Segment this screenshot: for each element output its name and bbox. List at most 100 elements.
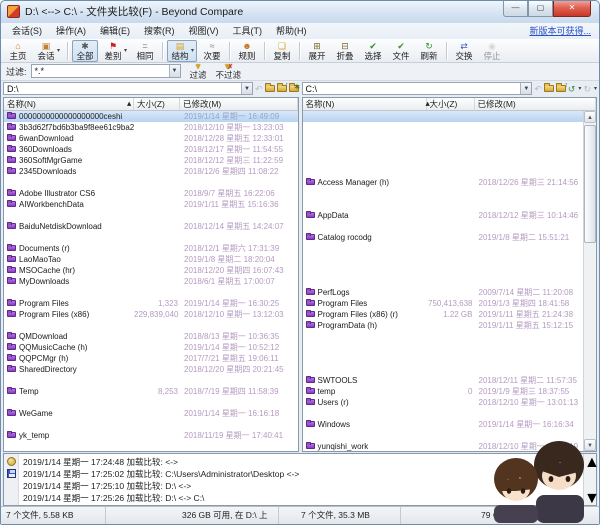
- chevron-down-icon[interactable]: ▾: [594, 85, 597, 92]
- folder-icon: [7, 167, 16, 175]
- session-forward-icon[interactable]: ↻: [583, 83, 591, 95]
- chevron-down-icon[interactable]: ▾: [124, 47, 127, 54]
- file-row[interactable]: AIWorkbenchData 2019/1/11 星期五 15:16:36: [4, 199, 298, 210]
- file-row[interactable]: Program Files (x86) (r) 1.22 GB 2019/1/11 …: [303, 309, 584, 320]
- browse-folder-icon[interactable]: [543, 83, 554, 93]
- file-row[interactable]: Program Files (x86) 229,839,040 2018/12/10…: [4, 309, 298, 320]
- file-row[interactable]: 2345Downloads 2018/12/6 星期四 11:08:22: [4, 166, 298, 177]
- file-row[interactable]: MyDownloads 2018/6/1 星期五 17:00:07: [4, 276, 298, 287]
- file-row[interactable]: 0000000000000000000ceshi 2019/1/14 星期一 16…: [4, 110, 298, 122]
- save-icon[interactable]: [6, 469, 16, 478]
- toolbar-button-select[interactable]: ✔ 选择: [360, 40, 386, 62]
- toolbar-button-structure[interactable]: ▤ 结构 ▾: [167, 39, 198, 62]
- column-header-name[interactable]: 名称(N): [4, 97, 134, 110]
- toolbar-button-refresh[interactable]: ↻ 刷新: [416, 40, 442, 62]
- session-back-icon[interactable]: ↺: [568, 83, 576, 95]
- toolbar-button-show-all[interactable]: ✱ 全部: [72, 39, 99, 62]
- file-row[interactable]: Access Manager (h) 2018/12/26 星期三 21:14:5…: [303, 177, 584, 188]
- file-row[interactable]: 3b3d62f7bd6b3ba9f8ee61c9ba21e20... 2018/1…: [4, 122, 298, 133]
- file-row[interactable]: Windows 2019/1/14 星期一 16:16:34: [303, 419, 584, 430]
- right-panel-scrollbar[interactable]: ▲ ▼: [583, 110, 596, 451]
- toolbar-button-copy[interactable]: ❏ 复制: [269, 40, 295, 62]
- chevron-down-icon[interactable]: ▼: [168, 65, 180, 78]
- scroll-up-icon[interactable]: ▲: [584, 110, 596, 123]
- chevron-down-icon[interactable]: ▼: [520, 83, 532, 95]
- file-row[interactable]: QQPCMgr (h) 2017/7/21 星期五 19:06:11: [4, 353, 298, 364]
- menu-item-4[interactable]: 视图(V): [182, 22, 226, 39]
- chevron-down-icon[interactable]: ▾: [191, 47, 194, 54]
- file-row[interactable]: 360Downloads 2018/12/17 星期一 11:54:55: [4, 144, 298, 155]
- file-row[interactable]: Adobe Illustrator CS6 2018/9/7 星期五 16:22:…: [4, 188, 298, 199]
- file-row[interactable]: temp 0 2019/1/9 星期三 18:37:55: [303, 386, 584, 397]
- file-row[interactable]: AppData 2018/12/12 星期三 10:14:46: [303, 210, 584, 221]
- chevron-down-icon[interactable]: ▾: [57, 47, 60, 54]
- close-button[interactable]: ✕: [553, 1, 591, 17]
- scrollbar-thumb[interactable]: [584, 472, 596, 490]
- file-row[interactable]: Catalog rocodg 2019/1/8 星期二 15:51:21: [303, 232, 584, 243]
- file-row[interactable]: yk_temp 2018/11/19 星期一 17:40:41: [4, 430, 298, 441]
- filter-button[interactable]: ▼ 过滤: [190, 62, 207, 80]
- file-row[interactable]: yunqishi_work 2018/12/10 星期一 13:20:19: [303, 441, 584, 451]
- file-row[interactable]: Temp 8,253 2018/7/19 星期四 11:58:39: [4, 386, 298, 397]
- parent-folder-icon[interactable]: ↑: [276, 82, 289, 93]
- file-row[interactable]: MSOCache (hr) 2018/12/20 星期四 16:07:43: [4, 265, 298, 276]
- toolbar-button-minor[interactable]: ≈ 次要: [199, 40, 225, 62]
- file-row[interactable]: PerfLogs 2009/7/14 星期二 11:20:08: [303, 287, 584, 298]
- undo-icon[interactable]: ↶: [534, 83, 542, 95]
- file-row[interactable]: LaoMaoTao 2019/1/8 星期二 18:20:04: [4, 254, 298, 265]
- file-row[interactable]: Documents (r) 2018/12/1 星期六 17:31:39: [4, 243, 298, 254]
- file-row[interactable]: QMDownload 2018/8/13 星期一 10:36:35: [4, 331, 298, 342]
- minimize-button[interactable]: —: [503, 1, 528, 17]
- scroll-up-icon[interactable]: ▲: [584, 454, 600, 472]
- menu-item-6[interactable]: 帮助(H): [269, 22, 314, 39]
- column-header-size[interactable]: 大小(Z): [427, 97, 475, 110]
- toolbar-button-same[interactable]: = 相同: [132, 40, 158, 62]
- column-header-modified[interactable]: 已修改(M): [475, 97, 596, 110]
- parent-folder-icon[interactable]: ↑: [555, 82, 568, 93]
- maximize-button[interactable]: ▢: [528, 1, 553, 17]
- filter-input[interactable]: *.* ▼: [30, 64, 181, 79]
- file-row[interactable]: Program Files 1,323 2019/1/14 星期一 16:30:25: [4, 298, 298, 309]
- toolbar-button-rules[interactable]: ☻ 规则: [234, 40, 260, 62]
- scroll-down-icon[interactable]: ▼: [584, 439, 596, 451]
- log-scrollbar[interactable]: ▲ ▼: [583, 454, 600, 508]
- bookmark-folder-icon[interactable]: ＊: [288, 83, 301, 93]
- column-header-size[interactable]: 大小(Z): [134, 97, 180, 110]
- file-row[interactable]: 6wanDownload 2018/12/28 星期五 12:33:01: [4, 133, 298, 144]
- right-path-input[interactable]: C:\ ▼: [301, 82, 533, 96]
- file-row[interactable]: QQMusicCache (h) 2019/1/14 星期一 10:52:12: [4, 342, 298, 353]
- menu-item-0[interactable]: 会话(S): [5, 22, 49, 39]
- toolbar-button-expand[interactable]: ⊞ 展开: [304, 40, 330, 62]
- column-header-modified[interactable]: 已修改(M): [180, 97, 298, 110]
- no-filter-button[interactable]: ▼✗ 不过滤: [216, 62, 242, 80]
- menu-item-3[interactable]: 搜索(R): [137, 22, 182, 39]
- toolbar-button-differences[interactable]: ⚑ 差别 ▾: [100, 40, 130, 62]
- file-row[interactable]: SharedDirectory 2018/12/20 星期四 20:21:45: [4, 364, 298, 375]
- file-row[interactable]: 360SoftMgrGame 2018/12/12 星期三 11:22:59: [4, 155, 298, 166]
- column-header-name[interactable]: 名称(N): [303, 97, 427, 110]
- file-name: Program Files: [19, 298, 69, 308]
- log-tab-icon[interactable]: [6, 457, 16, 466]
- file-row[interactable]: SWTOOLS 2018/12/11 星期二 11:57:35: [303, 375, 584, 386]
- undo-icon[interactable]: ↶: [255, 83, 263, 95]
- browse-folder-icon[interactable]: [264, 83, 275, 93]
- menu-item-5[interactable]: 工具(T): [226, 22, 270, 39]
- file-row[interactable]: BaiduNetdiskDownload 2018/12/14 星期五 14:24…: [4, 221, 298, 232]
- menu-item-1[interactable]: 操作(A): [49, 22, 93, 39]
- toolbar-button-files[interactable]: ✔ 文件: [388, 40, 414, 62]
- file-row[interactable]: ProgramData (h) 2019/1/11 星期五 15:12:15: [303, 320, 584, 331]
- toolbar-button-home[interactable]: ⌂ 主页: [5, 40, 31, 62]
- file-row[interactable]: Program Files 750,413,638 2019/1/3 星期四 18:…: [303, 298, 584, 309]
- toolbar-button-session[interactable]: ▣ 会话 ▾: [33, 40, 63, 62]
- toolbar-button-swap[interactable]: ⇄ 交换: [451, 40, 477, 62]
- left-path-input[interactable]: D:\ ▼: [3, 82, 253, 96]
- scrollbar-thumb[interactable]: [584, 124, 596, 243]
- menu-item-2[interactable]: 编辑(E): [93, 22, 137, 39]
- toolbar-button-collapse[interactable]: ⊟ 折叠: [332, 40, 358, 62]
- chevron-down-icon[interactable]: ▾: [578, 85, 581, 92]
- scroll-down-icon[interactable]: ▼: [584, 490, 600, 508]
- file-row[interactable]: Users (r) 2018/12/10 星期一 13:01:13: [303, 397, 584, 408]
- update-available-link[interactable]: 新版本可获得...: [529, 24, 591, 37]
- chevron-down-icon[interactable]: ▼: [240, 83, 252, 95]
- file-row[interactable]: WeGame 2019/1/14 星期一 16:16:18: [4, 408, 298, 419]
